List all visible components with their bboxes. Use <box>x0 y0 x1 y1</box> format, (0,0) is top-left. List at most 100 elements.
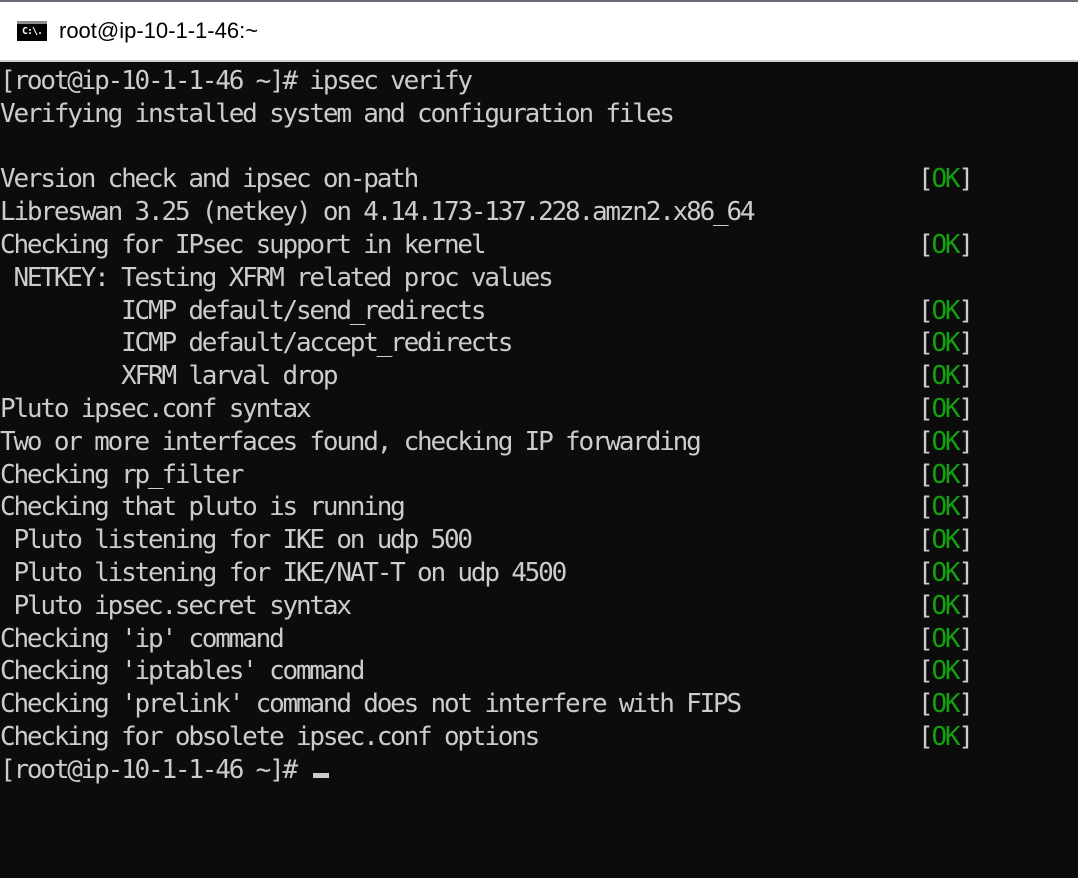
terminal-line: Checking that pluto is running [OK] <box>0 491 1078 524</box>
terminal-line-text: ICMP default/accept_redirects <box>0 328 513 359</box>
bracket-open: [ <box>918 656 934 687</box>
status-badge: [OK] <box>918 163 974 196</box>
bracket-open: [ <box>918 328 934 359</box>
terminal-line: NETKEY: Testing XFRM related proc values <box>0 262 1078 295</box>
status-ok: OK <box>931 721 960 752</box>
window-title-bar[interactable]: C:\. root@ip-10-1-1-46:~ <box>0 0 1078 62</box>
status-ok: OK <box>931 590 960 621</box>
status-ok: OK <box>931 689 960 720</box>
terminal-line-text: XFRM larval drop <box>0 361 338 392</box>
terminal-line: Verifying installed system and configura… <box>0 98 1078 131</box>
status-badge: [OK] <box>918 688 974 721</box>
bracket-open: [ <box>918 590 934 621</box>
status-ok: OK <box>931 229 960 260</box>
status-badge: [OK] <box>918 295 974 328</box>
terminal-line-text: Checking 'prelink' command does not inte… <box>0 689 742 720</box>
terminal-line: Checking rp_filter [OK] <box>0 459 1078 492</box>
status-ok: OK <box>931 393 960 424</box>
status-ok: OK <box>931 426 960 457</box>
status-ok: OK <box>931 361 960 392</box>
bracket-open: [ <box>918 492 934 523</box>
bracket-close: ] <box>958 361 974 392</box>
terminal-line: Libreswan 3.25 (netkey) on 4.14.173-137.… <box>0 196 1078 229</box>
bracket-close: ] <box>958 426 974 457</box>
terminal-line-text: Checking for IPsec support in kernel <box>0 229 487 260</box>
terminal-line-text: Pluto ipsec.secret syntax <box>0 590 352 621</box>
terminal-line: Checking for IPsec support in kernel [OK] <box>0 229 1078 262</box>
bracket-open: [ <box>918 721 934 752</box>
terminal-line-text: NETKEY: Testing XFRM related proc values <box>0 262 553 293</box>
bracket-close: ] <box>958 459 974 490</box>
terminal-line: Pluto listening for IKE on udp 500 [OK] <box>0 524 1078 557</box>
bracket-close: ] <box>958 492 974 523</box>
terminal-output[interactable]: [root@ip-10-1-1-46 ~]# ipsec verify Verif… <box>0 62 1078 878</box>
bracket-open: [ <box>918 164 934 195</box>
terminal-line: Checking 'iptables' command [OK] <box>0 655 1078 688</box>
status-badge: [OK] <box>918 459 974 492</box>
status-ok: OK <box>931 623 960 654</box>
terminal-line: Pluto ipsec.conf syntax [OK] <box>0 393 1078 426</box>
status-ok: OK <box>931 459 960 490</box>
bracket-open: [ <box>918 361 934 392</box>
bracket-close: ] <box>958 590 974 621</box>
bracket-close: ] <box>958 525 974 556</box>
terminal-line: Two or more interfaces found, checking I… <box>0 426 1078 459</box>
status-ok: OK <box>931 164 960 195</box>
terminal-line: Checking for obsolete ipsec.conf options… <box>0 721 1078 754</box>
bracket-open: [ <box>918 689 934 720</box>
terminal-line-text: ICMP default/send_redirects <box>0 295 486 326</box>
status-badge: [OK] <box>918 426 974 459</box>
bracket-open: [ <box>918 459 934 490</box>
bracket-close: ] <box>958 656 974 687</box>
terminal-line-text: [root@ip-10-1-1-46 ~]# ipsec verify <box>0 66 473 96</box>
terminal-line: ICMP default/accept_redirects [OK] <box>0 327 1078 360</box>
status-ok: OK <box>931 656 960 687</box>
bracket-close: ] <box>958 689 974 720</box>
terminal-line: Version check and ipsec on-path [OK] <box>0 163 1078 196</box>
bracket-close: ] <box>958 164 974 195</box>
bracket-open: [ <box>918 557 934 588</box>
status-badge: [OK] <box>918 655 974 688</box>
bracket-close: ] <box>958 229 974 260</box>
status-ok: OK <box>931 525 960 556</box>
bracket-close: ] <box>958 557 974 588</box>
status-badge: [OK] <box>918 524 974 557</box>
status-ok: OK <box>931 295 960 326</box>
terminal-line-text: Checking for obsolete ipsec.conf options <box>0 721 540 752</box>
terminal-line-text: Checking that pluto is running <box>0 492 406 523</box>
terminal-line-text: Two or more interfaces found, checking I… <box>0 426 702 457</box>
bracket-close: ] <box>958 393 974 424</box>
terminal-line-text: Checking 'iptables' command <box>0 656 365 687</box>
bracket-close: ] <box>958 623 974 654</box>
bracket-open: [ <box>918 229 934 260</box>
terminal-line-text: Checking rp_filter <box>0 459 244 490</box>
text-cursor <box>313 772 330 778</box>
status-ok: OK <box>931 492 960 523</box>
terminal-line-text: Pluto listening for IKE/NAT-T on udp 450… <box>0 557 567 588</box>
status-badge: [OK] <box>918 393 974 426</box>
status-badge: [OK] <box>918 360 974 393</box>
terminal-line-text: Version check and ipsec on-path <box>0 164 419 195</box>
bracket-open: [ <box>918 525 934 556</box>
bracket-open: [ <box>918 623 934 654</box>
status-badge: [OK] <box>918 229 974 262</box>
terminal-line: Checking 'prelink' command does not inte… <box>0 688 1078 721</box>
console-icon: C:\. <box>17 21 47 41</box>
terminal-line: [root@ip-10-1-1-46 ~]# ipsec verify <box>0 65 1078 98</box>
bracket-open: [ <box>918 393 934 424</box>
bracket-close: ] <box>958 721 974 752</box>
status-badge: [OK] <box>918 590 974 623</box>
terminal-line-text: Checking 'ip' command <box>0 623 285 654</box>
status-badge: [OK] <box>918 623 974 656</box>
terminal-line: XFRM larval drop [OK] <box>0 360 1078 393</box>
status-badge: [OK] <box>918 557 974 590</box>
shell-prompt: [root@ip-10-1-1-46 ~]# <box>0 754 310 785</box>
status-ok: OK <box>931 557 960 588</box>
bracket-open: [ <box>918 295 934 326</box>
status-badge: [OK] <box>918 491 974 524</box>
terminal-line-text: Libreswan 3.25 (netkey) on 4.14.173-137.… <box>0 197 756 228</box>
terminal-line-text: Verifying installed system and configura… <box>0 98 675 129</box>
terminal-line-text: Pluto listening for IKE on udp 500 <box>0 525 473 556</box>
terminal-prompt-line[interactable]: [root@ip-10-1-1-46 ~]# <box>0 754 1078 787</box>
